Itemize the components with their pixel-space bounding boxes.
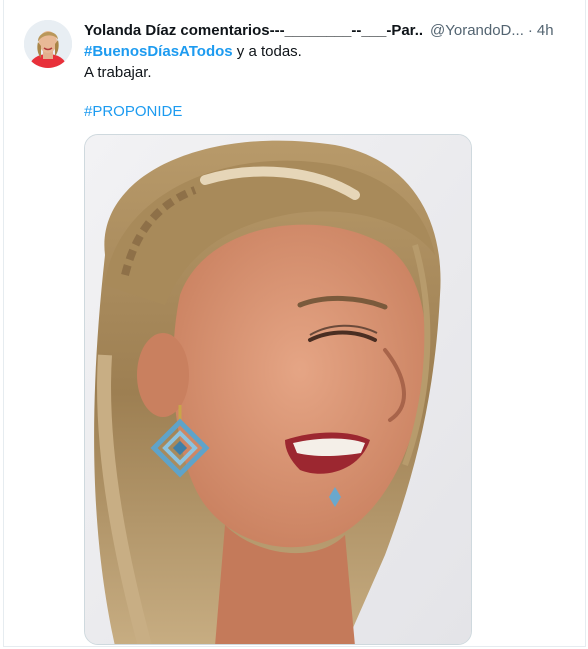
display-name[interactable]: Yolanda Díaz comentarios---________--___…	[84, 21, 424, 41]
tweet-media[interactable]	[84, 134, 472, 645]
timestamp[interactable]: 4h	[537, 21, 554, 41]
photo-woman-laughing-icon	[85, 135, 471, 644]
profile-photo-icon	[24, 20, 72, 68]
tweet-text-line-3: #PROPONIDE	[84, 102, 182, 122]
tweet-text-line-1: #BuenosDíasATodos y a todas.	[84, 42, 302, 62]
separator-dot: ·	[527, 22, 533, 39]
hashtag-proponide[interactable]: #PROPONIDE	[84, 103, 182, 120]
tweet-header: Yolanda Díaz comentarios---________--___…	[84, 20, 579, 42]
tweet-text-line-2: A trabajar.	[84, 64, 152, 81]
hashtag-buenos-dias[interactable]: #BuenosDíasATodos	[84, 43, 233, 60]
avatar[interactable]	[24, 20, 72, 68]
tweet-frame: Yolanda Díaz comentarios---________--___…	[3, 0, 586, 647]
tweet-card[interactable]: Yolanda Díaz comentarios---________--___…	[4, 0, 587, 647]
user-handle[interactable]: @YorandoD...	[430, 21, 524, 41]
tweet-text-fragment: y a todas.	[232, 43, 302, 60]
